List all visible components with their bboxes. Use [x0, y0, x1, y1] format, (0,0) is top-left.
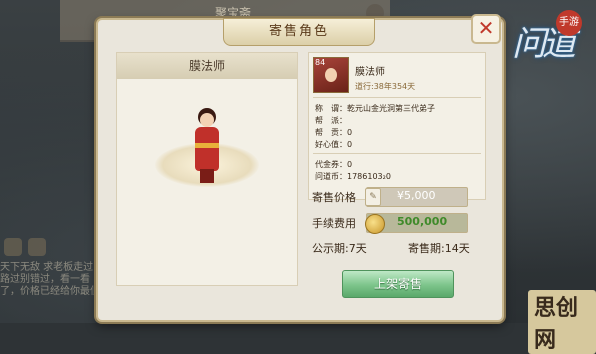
- info-row-label: 称 谓：: [315, 104, 347, 113]
- character-preview-panel: 膜法师: [116, 52, 298, 286]
- info-divider: [313, 153, 481, 154]
- edit-icon: ✎: [365, 188, 381, 206]
- list-for-sale-button[interactable]: 上架寄售: [342, 270, 454, 298]
- close-button[interactable]: ✕: [471, 14, 501, 44]
- info-row-label: 问道币：: [315, 172, 347, 181]
- info-row-label: 帮 贡：: [315, 128, 347, 137]
- avatar: 84: [313, 57, 349, 93]
- info-row-value: 0: [347, 128, 353, 137]
- public-period: 公示期:7天: [312, 242, 367, 255]
- info-row-voucher: 代金券：0: [315, 159, 352, 170]
- background-icons: [4, 238, 64, 258]
- info-row-value: 0: [347, 140, 353, 149]
- character-info-panel: 84 膜法师 道行:38年354天 称 谓：乾元山金光洞第三代弟子 帮 派： 帮…: [308, 52, 486, 200]
- info-online-time: 道行:38年354天: [355, 82, 416, 91]
- character-head: [200, 113, 214, 127]
- info-row-label: 代金券：: [315, 160, 347, 169]
- chat-icon: [28, 238, 46, 256]
- character-legs: [200, 169, 214, 183]
- info-row-coins: 问道币：1786103₂0: [315, 171, 391, 182]
- fee-value: 500,000: [397, 215, 448, 228]
- character-model: [191, 113, 223, 183]
- info-name: 膜法师: [355, 67, 385, 78]
- info-row-value: 1786103₂0: [347, 172, 391, 181]
- fee-label: 手续费用: [312, 217, 356, 230]
- game-logo: 问道 手游: [512, 6, 582, 86]
- dialog-title: 寄售角色: [223, 18, 375, 46]
- info-row-label: 好心值：: [315, 140, 347, 149]
- info-row-label: 帮 派：: [315, 116, 347, 125]
- info-row-value: 0: [347, 160, 353, 169]
- avatar-level: 84: [315, 58, 326, 67]
- character-name: 膜法师: [117, 53, 297, 79]
- price-value: ¥5,000: [397, 189, 436, 202]
- character-sash: [195, 143, 219, 148]
- watermark: 思创网: [528, 290, 596, 354]
- price-input[interactable]: ✎ ¥5,000: [365, 187, 468, 207]
- background-chat-text: 天下无敌 求老板走过路过别错过，看一看了，价格已经给你最低: [0, 262, 100, 297]
- info-row-title: 称 谓：乾元山金光洞第三代弟子: [315, 103, 435, 114]
- wifi-icon: [4, 238, 22, 256]
- price-label: 寄售价格: [312, 191, 356, 204]
- info-row-value: 乾元山金光洞第三代弟子: [347, 104, 435, 113]
- info-row-contribution: 帮 贡：0: [315, 127, 352, 138]
- info-row-goodwill: 好心值：0: [315, 139, 352, 150]
- avatar-face: [325, 68, 337, 82]
- coin-icon: [365, 214, 385, 234]
- sale-period: 寄售期:14天: [408, 242, 470, 255]
- info-row-guild: 帮 派：: [315, 115, 347, 126]
- info-divider: [313, 97, 481, 98]
- fee-field: 500,000: [365, 213, 468, 234]
- consign-character-dialog: 寄售角色 ✕ 膜法师 84 膜法师 道行:38年354天 称 谓：乾元山金光洞第…: [96, 14, 504, 322]
- character-body: [195, 127, 219, 171]
- logo-badge: 手游: [556, 10, 582, 36]
